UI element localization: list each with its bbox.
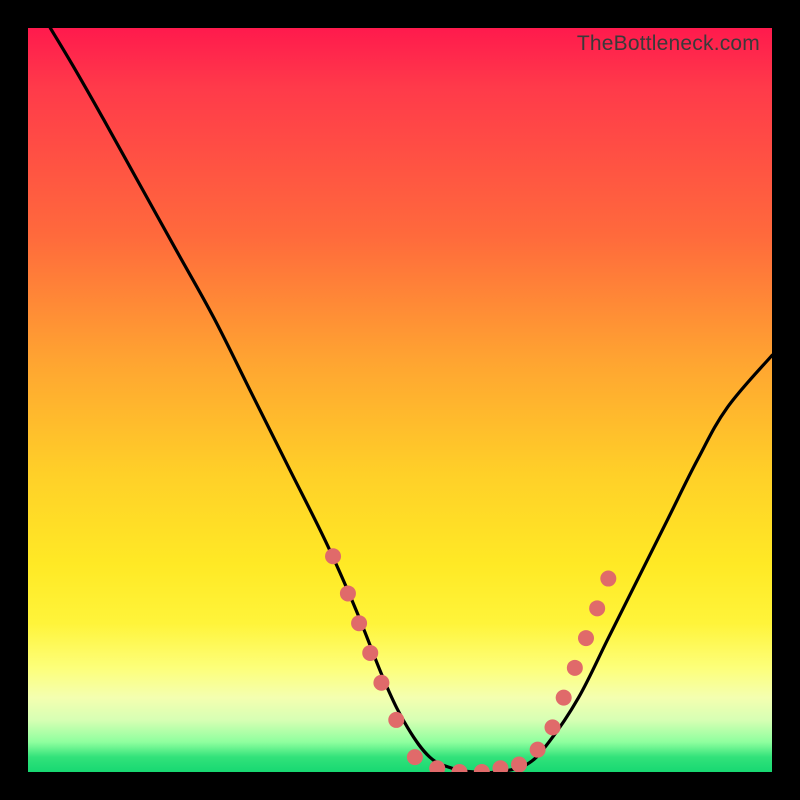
highlight-dot <box>407 749 423 765</box>
chart-frame: TheBottleneck.com <box>0 0 800 800</box>
highlight-dot <box>492 760 508 772</box>
highlight-dot <box>600 571 616 587</box>
highlight-dot <box>388 712 404 728</box>
highlight-dot <box>362 645 378 661</box>
highlight-dot <box>567 660 583 676</box>
highlight-dot <box>474 764 490 772</box>
highlight-dot <box>373 675 389 691</box>
highlight-dot <box>589 600 605 616</box>
highlight-dot <box>325 548 341 564</box>
highlight-dot <box>556 690 572 706</box>
highlight-dot <box>578 630 594 646</box>
highlight-dots <box>28 28 772 772</box>
highlight-dot <box>452 764 468 772</box>
plot-area: TheBottleneck.com <box>28 28 772 772</box>
highlight-dot <box>511 757 527 772</box>
highlight-dot <box>340 585 356 601</box>
highlight-dot <box>530 742 546 758</box>
highlight-dot <box>429 760 445 772</box>
highlight-dot <box>545 719 561 735</box>
highlight-dot <box>351 615 367 631</box>
